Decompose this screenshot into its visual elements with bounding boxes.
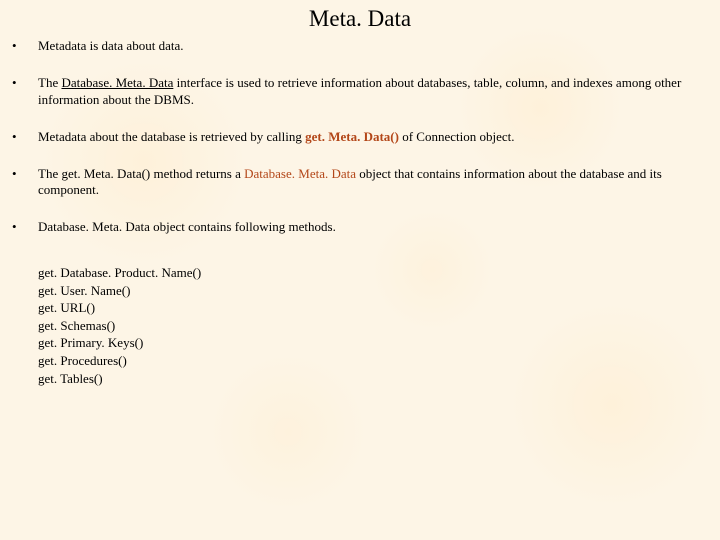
method-item: get. Schemas() [38, 317, 720, 335]
method-item: get. Tables() [38, 370, 720, 388]
bullet-text: Metadata is data about data. [32, 38, 710, 55]
bullet-marker: • [10, 129, 32, 146]
text-span: of Connection object. [402, 129, 514, 144]
text-span: The get. Meta. Data() method returns a [38, 166, 244, 181]
text-span: get. Meta. Data() [305, 129, 402, 144]
text-span: The [38, 75, 61, 90]
bullet-item: • Database. Meta. Data object contains fo… [10, 219, 710, 236]
text-span: Database. Meta. Data object contains fol… [38, 219, 336, 234]
text-span: Database. Meta. Data [244, 166, 356, 181]
bullet-text: Database. Meta. Data object contains fol… [32, 219, 710, 236]
bullet-item: • Metadata about the database is retrieve… [10, 129, 710, 146]
text-span: Metadata is data about data. [38, 38, 183, 53]
bullet-list: •Metadata is data about data.•The Databa… [0, 38, 720, 236]
method-item: get. Database. Product. Name() [38, 264, 720, 282]
bullet-marker: • [10, 219, 32, 236]
bullet-marker: • [10, 166, 32, 183]
bullet-marker: • [10, 38, 32, 55]
method-list: get. Database. Product. Name()get. User.… [0, 256, 720, 387]
method-item: get. Procedures() [38, 352, 720, 370]
bullet-item: •The Database. Meta. Data interface is u… [10, 75, 710, 109]
text-span: Database. Meta. Data [61, 75, 173, 90]
bullet-item: • Metadata is data about data. [10, 38, 710, 55]
method-item: get. User. Name() [38, 282, 720, 300]
bullet-marker: • [10, 75, 32, 92]
bullet-item: •The get. Meta. Data() method returns a … [10, 166, 710, 200]
method-item: get. Primary. Keys() [38, 334, 720, 352]
method-item: get. URL() [38, 299, 720, 317]
bullet-text: The get. Meta. Data() method returns a D… [32, 166, 710, 200]
page-title: Meta. Data [0, 0, 720, 38]
text-span: Metadata about the database is retrieved… [38, 129, 305, 144]
bullet-text: Metadata about the database is retrieved… [32, 129, 710, 146]
bullet-text: The Database. Meta. Data interface is us… [32, 75, 710, 109]
